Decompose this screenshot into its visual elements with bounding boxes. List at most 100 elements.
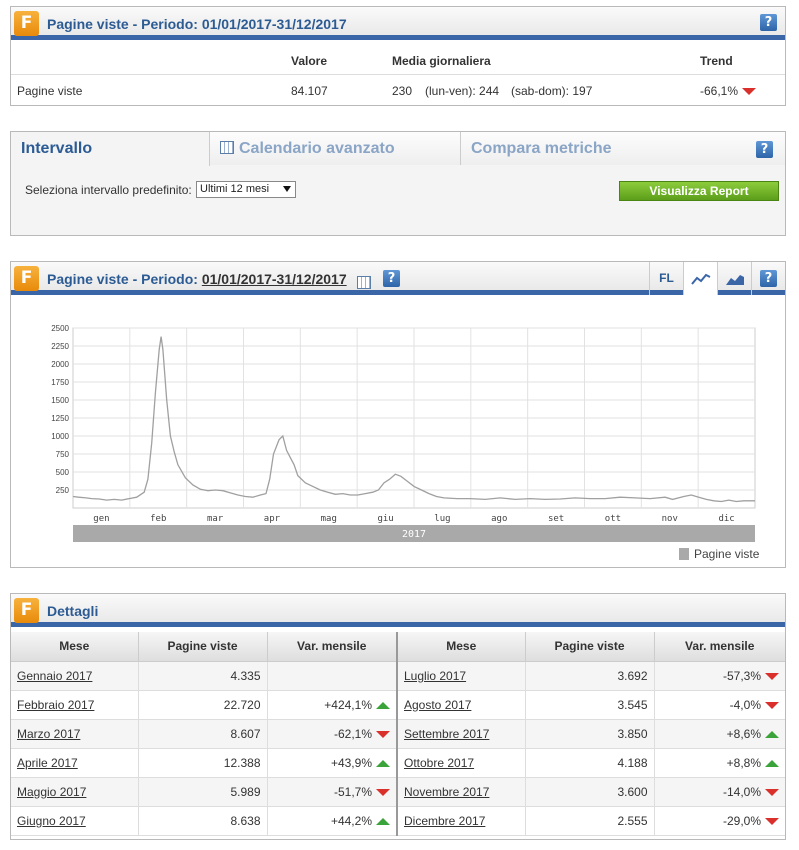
- pageviews-cell: 4.188: [525, 748, 655, 778]
- trend-down-icon: [376, 788, 390, 796]
- variation-value: -29,0%: [722, 813, 761, 828]
- variation-cell: +44,2%: [267, 806, 398, 836]
- interval-panel: Intervallo Calendario avanzato Compara m…: [10, 131, 786, 236]
- chevron-down-icon: [283, 186, 291, 192]
- table-row: Giugno 2017 8.638 +44,2% Dicembre 2017 2.555…: [11, 806, 785, 836]
- month-link[interactable]: Agosto 2017: [404, 698, 471, 712]
- tab-calendario-avanzato[interactable]: Calendario avanzato: [210, 132, 461, 165]
- variation-value: -57,3%: [722, 668, 761, 683]
- col-var-mensile: Var. mensile: [267, 632, 398, 662]
- legend-swatch: [679, 548, 689, 560]
- pageviews-cell: 8.607: [138, 719, 268, 749]
- variation-value: -62,1%: [333, 726, 372, 741]
- x-tick-label: mar: [207, 514, 224, 524]
- variation-value: +424,1%: [324, 697, 372, 712]
- month-link[interactable]: Giugno 2017: [17, 814, 86, 828]
- trend-down-icon: [765, 701, 779, 709]
- month-cell: Settembre 2017: [397, 719, 526, 749]
- variation-cell: +43,9%: [267, 748, 398, 778]
- x-tick-label: feb: [150, 514, 166, 524]
- summary-table: Valore Media giornaliera Trend Pagine vi…: [11, 45, 785, 105]
- month-link[interactable]: Maggio 2017: [17, 785, 86, 799]
- visualizza-report-button[interactable]: Visualizza Report: [619, 181, 779, 201]
- app-logo-icon: F: [14, 598, 39, 623]
- y-tick-label: 2250: [51, 342, 69, 351]
- table-row: Marzo 2017 8.607 -62,1% Settembre 2017 3.850…: [11, 719, 785, 749]
- summary-row: Pagine viste 84.107 230 (lun-ven): 244 (…: [11, 75, 785, 105]
- summary-trend-value: -66,1%: [700, 84, 739, 98]
- month-link[interactable]: Settembre 2017: [404, 727, 489, 741]
- summary-trend: -66,1%: [700, 84, 757, 98]
- variation-cell: -29,0%: [654, 806, 785, 836]
- area-chart-button[interactable]: [717, 262, 751, 295]
- trend-up-icon: [765, 730, 779, 738]
- month-link[interactable]: Marzo 2017: [17, 727, 80, 741]
- col-pagine-viste: Pagine viste: [138, 632, 268, 662]
- month-link[interactable]: Luglio 2017: [404, 669, 466, 683]
- y-tick-label: 2500: [51, 324, 69, 333]
- variation-value: +8,8%: [726, 755, 761, 770]
- details-title: Dettagli: [47, 603, 99, 619]
- variation-cell: +424,1%: [267, 690, 398, 720]
- trend-up-icon: [376, 701, 390, 709]
- month-cell: Febbraio 2017: [11, 690, 139, 720]
- pageviews-cell: 2.555: [525, 806, 655, 836]
- chart-title: Pagine viste - Periodo: 01/01/2017-31/12…: [47, 271, 347, 287]
- y-tick-label: 750: [56, 450, 70, 459]
- pageviews-cell: 12.388: [138, 748, 268, 778]
- details-header: F Dettagli: [11, 594, 785, 627]
- tab-intervallo[interactable]: Intervallo: [11, 132, 210, 166]
- line-chart-icon: [690, 273, 710, 285]
- x-tick-label: nov: [662, 514, 678, 524]
- area-chart-icon: [725, 274, 744, 285]
- line-chart-button[interactable]: [683, 262, 717, 295]
- month-link[interactable]: Ottobre 2017: [404, 756, 474, 770]
- variation-cell: [267, 661, 398, 691]
- month-link[interactable]: Gennaio 2017: [17, 669, 92, 683]
- chart-panel: F Pagine viste - Periodo: 01/01/2017-31/…: [10, 261, 786, 568]
- month-link[interactable]: Aprile 2017: [17, 756, 78, 770]
- trend-down-icon: [742, 88, 757, 96]
- x-tick-label: ago: [491, 514, 507, 524]
- select-label: Seleziona intervallo predefinito:: [25, 183, 192, 197]
- table-row: Febbraio 2017 22.720 +424,1% Agosto 2017 3.5…: [11, 690, 785, 720]
- x-tick-label: lug: [434, 514, 450, 524]
- pageviews-cell: 3.692: [525, 661, 655, 691]
- x-tick-label: set: [548, 514, 564, 524]
- chart-period-link[interactable]: 01/01/2017-31/12/2017: [202, 271, 347, 287]
- pageviews-cell: 5.989: [138, 777, 268, 807]
- month-link[interactable]: Dicembre 2017: [404, 814, 485, 828]
- fl-button[interactable]: FL: [649, 262, 683, 295]
- summary-panel: F Pagine viste - Periodo: 01/01/2017-31/…: [10, 6, 786, 106]
- trend-down-icon: [765, 788, 779, 796]
- y-tick-label: 2000: [51, 360, 69, 369]
- variation-cell: -51,7%: [267, 777, 398, 807]
- details-table: Mese Pagine viste Var. mensile Mese Pagi…: [11, 632, 785, 836]
- tab-compara-metriche[interactable]: Compara metriche: [461, 132, 785, 165]
- help-button[interactable]: ?: [751, 262, 785, 295]
- tab-compara-label: Compara metriche: [471, 140, 612, 157]
- table-row: Aprile 2017 12.388 +43,9% Ottobre 2017 4.188…: [11, 748, 785, 778]
- tab-calendario-label: Calendario avanzato: [239, 140, 395, 157]
- interval-select[interactable]: Ultimi 12 mesi: [196, 181, 296, 198]
- help-icon: ?: [760, 270, 777, 287]
- app-logo-icon: F: [14, 11, 39, 36]
- month-cell: Aprile 2017: [11, 748, 139, 778]
- pageviews-cell: 22.720: [138, 690, 268, 720]
- col-pagine-viste: Pagine viste: [525, 632, 655, 662]
- summary-row-label: Pagine viste: [17, 84, 83, 98]
- help-icon[interactable]: ?: [756, 141, 773, 158]
- month-link[interactable]: Febbraio 2017: [17, 698, 94, 712]
- help-icon[interactable]: ?: [760, 14, 777, 31]
- x-tick-label: mag: [321, 514, 337, 524]
- details-body: Gennaio 2017 4.335 Luglio 2017 3.692 -57,3% F…: [11, 661, 785, 836]
- trend-down-icon: [765, 672, 779, 680]
- month-cell: Giugno 2017: [11, 806, 139, 836]
- calendar-icon[interactable]: [357, 276, 371, 289]
- month-cell: Agosto 2017: [397, 690, 526, 720]
- help-icon[interactable]: ?: [383, 270, 400, 287]
- summary-lunven: (lun-ven): 244: [425, 84, 500, 98]
- col-var-mensile: Var. mensile: [654, 632, 785, 662]
- details-header-row: Mese Pagine viste Var. mensile Mese Pagi…: [11, 632, 785, 662]
- month-link[interactable]: Novembre 2017: [404, 785, 489, 799]
